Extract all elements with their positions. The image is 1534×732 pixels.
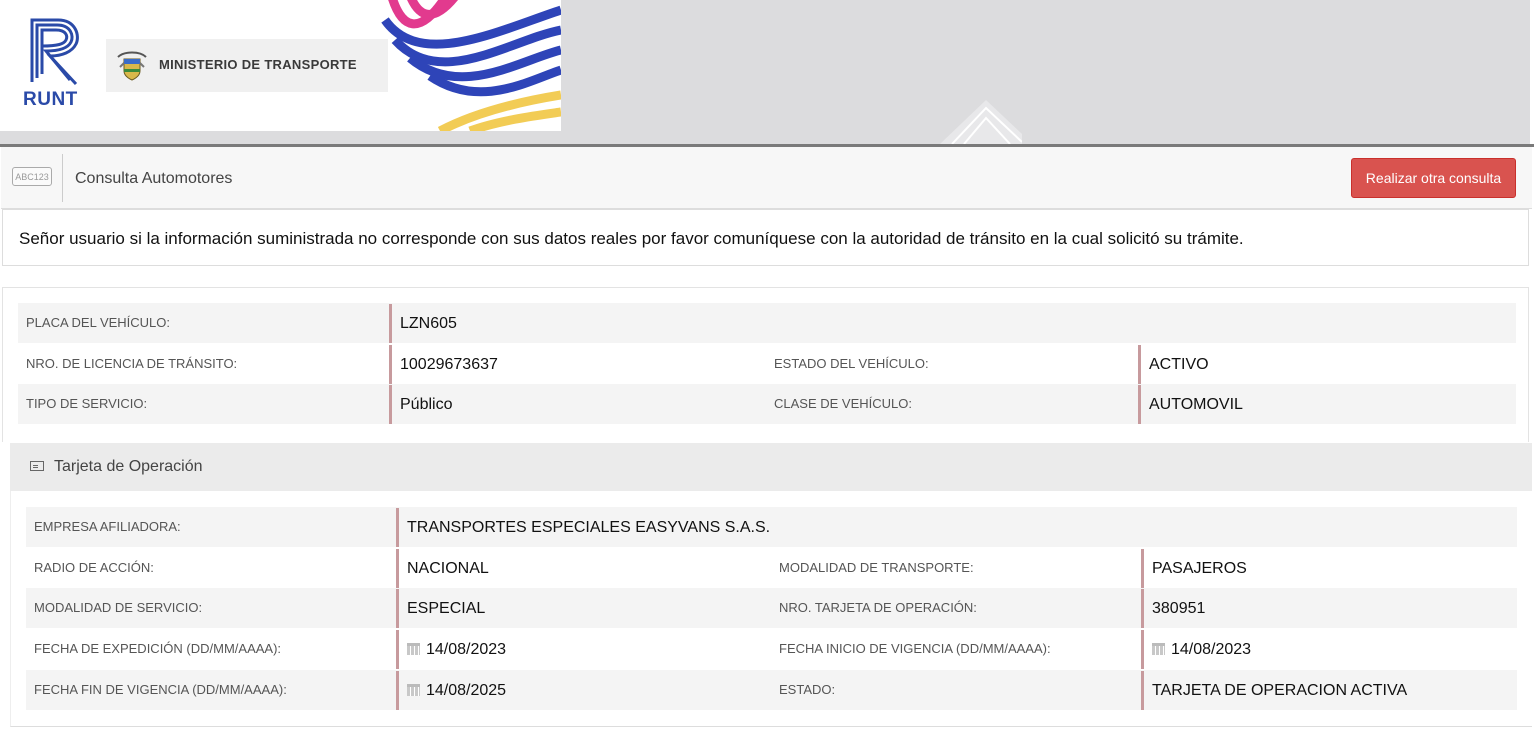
fecha-expedicion-value: 14/08/2023 bbox=[426, 641, 507, 658]
fecha-fin-field: 14/08/2025 bbox=[396, 671, 756, 710]
tarjeta-row-radio: RADIO DE ACCIÓN: NACIONAL MODALIDAD DE T… bbox=[26, 548, 1517, 588]
servicio-value: Público bbox=[389, 385, 749, 424]
calendar-icon bbox=[407, 684, 420, 696]
empresa-label: EMPRESA AFILIADORA: bbox=[34, 519, 181, 534]
user-notice: Señor usuario si la información suminist… bbox=[2, 209, 1529, 266]
id-card-icon bbox=[30, 461, 44, 471]
decorative-mountain-graphic bbox=[940, 100, 1022, 144]
nro-tarjeta-label: NRO. TARJETA DE OPERACIÓN: bbox=[779, 600, 977, 615]
fecha-fin-label: FECHA FIN DE VIGENCIA (DD/MM/AAAA): bbox=[34, 682, 287, 697]
fecha-inicio-field: 14/08/2023 bbox=[1141, 630, 1517, 669]
modalidad-servicio-label: MODALIDAD DE SERVICIO: bbox=[34, 600, 203, 615]
notice-text: Señor usuario si la información suminist… bbox=[19, 229, 1244, 248]
tarjeta-row-fechas: FECHA DE EXPEDICIÓN (DD/MM/AAAA): 14/08/… bbox=[26, 629, 1517, 669]
calendar-icon bbox=[407, 643, 420, 655]
empresa-value: TRANSPORTES ESPECIALES EASYVANS S.A.S. bbox=[396, 508, 1517, 547]
runt-logo-text: RUNT bbox=[23, 89, 78, 110]
fecha-fin-value: 14/08/2025 bbox=[426, 682, 507, 699]
new-query-button[interactable]: Realizar otra consulta bbox=[1351, 158, 1516, 198]
vehicle-row-placa: PLACA DEL VEHÍCULO: LZN605 bbox=[18, 303, 1516, 343]
vehicle-row-licencia: NRO. DE LICENCIA DE TRÁNSITO: 1002967363… bbox=[18, 344, 1516, 384]
tarjeta-row-estado: FECHA FIN DE VIGENCIA (DD/MM/AAAA): 14/0… bbox=[26, 670, 1517, 710]
tarjeta-row-empresa: EMPRESA AFILIADORA: TRANSPORTES ESPECIAL… bbox=[26, 507, 1517, 547]
radio-value: NACIONAL bbox=[396, 549, 756, 588]
ministry-name: MINISTERIO DE TRANSPORTE bbox=[159, 57, 357, 72]
tarjeta-section-title: Tarjeta de Operación bbox=[54, 458, 203, 475]
header-logo-area: RUNT MINISTERIO DE TRANSPORTE bbox=[0, 0, 561, 131]
toolbar-separator bbox=[62, 154, 63, 202]
placa-label: PLACA DEL VEHÍCULO: bbox=[26, 315, 171, 330]
site-header: RUNT MINISTERIO DE TRANSPORTE bbox=[0, 0, 1534, 145]
tarjeta-info-panel: EMPRESA AFILIADORA: TRANSPORTES ESPECIAL… bbox=[10, 491, 1532, 727]
nro-tarjeta-value: 380951 bbox=[1141, 589, 1517, 628]
colombia-coat-of-arms-icon bbox=[117, 51, 147, 81]
clase-label: CLASE DE VEHÍCULO: bbox=[774, 396, 912, 411]
vehicle-info-panel: PLACA DEL VEHÍCULO: LZN605 NRO. DE LICEN… bbox=[2, 287, 1529, 442]
placa-value: LZN605 bbox=[389, 304, 1516, 343]
tarjeta-section-header[interactable]: Tarjeta de Operación bbox=[10, 443, 1532, 491]
estado-tarjeta-label: ESTADO: bbox=[779, 682, 836, 697]
fecha-inicio-value: 14/08/2023 bbox=[1171, 641, 1252, 658]
license-plate-icon: ABC123 bbox=[12, 167, 52, 186]
header-edge bbox=[1530, 0, 1534, 145]
estado-tarjeta-value: TARJETA DE OPERACION ACTIVA bbox=[1141, 671, 1517, 710]
estado-vehiculo-value: ACTIVO bbox=[1138, 345, 1516, 384]
radio-label: RADIO DE ACCIÓN: bbox=[34, 560, 154, 575]
estado-vehiculo-label: ESTADO DEL VEHÍCULO: bbox=[774, 356, 929, 371]
licencia-value: 10029673637 bbox=[389, 345, 749, 384]
toolbar-title: Consulta Automotores bbox=[75, 170, 233, 187]
modalidad-servicio-value: ESPECIAL bbox=[396, 589, 756, 628]
tarjeta-row-modalidad-servicio: MODALIDAD DE SERVICIO: ESPECIAL NRO. TAR… bbox=[26, 588, 1517, 628]
fecha-expedicion-label: FECHA DE EXPEDICIÓN (DD/MM/AAAA): bbox=[34, 641, 282, 656]
modalidad-transporte-value: PASAJEROS bbox=[1141, 549, 1517, 588]
licencia-label: NRO. DE LICENCIA DE TRÁNSITO: bbox=[26, 356, 238, 371]
vehicle-row-servicio: TIPO DE SERVICIO: Público CLASE DE VEHÍC… bbox=[18, 384, 1516, 424]
query-toolbar: ABC123 Consulta Automotores Realizar otr… bbox=[1, 147, 1532, 209]
fecha-inicio-label: FECHA INICIO DE VIGENCIA (DD/MM/AAAA): bbox=[779, 641, 1051, 656]
ministry-logo: MINISTERIO DE TRANSPORTE bbox=[106, 39, 388, 92]
fecha-expedicion-field: 14/08/2023 bbox=[396, 630, 756, 669]
clase-value: AUTOMOVIL bbox=[1138, 385, 1516, 424]
calendar-icon bbox=[1152, 643, 1165, 655]
modalidad-transporte-label: MODALIDAD DE TRANSPORTE: bbox=[779, 560, 974, 575]
servicio-label: TIPO DE SERVICIO: bbox=[26, 396, 148, 411]
decorative-stripes-banner bbox=[381, 0, 561, 131]
